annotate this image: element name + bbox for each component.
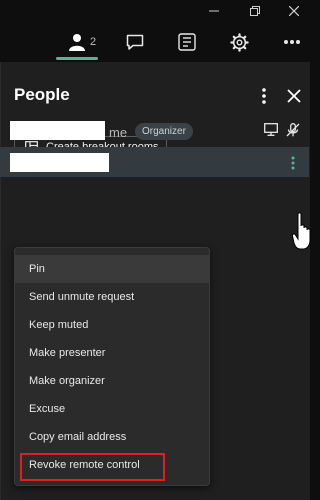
menu-item-make-organizer[interactable]: Make organizer [15,367,209,395]
participant-more-options-icon[interactable] [289,156,297,170]
whiteboard-icon [178,33,196,51]
participant-context-menu: Pin Send unmute request Keep muted Make … [14,247,210,486]
people-button[interactable]: 2 [62,22,102,62]
settings-icon [229,32,249,52]
more-options-button[interactable] [277,22,307,62]
active-tab-indicator [56,57,98,60]
restore-icon[interactable] [244,2,266,20]
monitor-icon [264,123,278,142]
hand-cursor-icon [292,212,311,250]
close-panel-icon[interactable] [283,84,305,108]
participant-row-self[interactable]: me Organizer [0,116,309,146]
people-icon [68,33,86,51]
chat-button[interactable] [120,22,150,62]
redacted-name [10,153,109,172]
redacted-name [10,121,105,140]
meeting-toolbar: 2 [0,22,313,62]
menu-item-excuse[interactable]: Excuse [15,395,209,423]
mic-off-icon [286,123,300,142]
minimize-icon[interactable] [203,2,225,20]
menu-item-keep-muted[interactable]: Keep muted [15,311,209,339]
panel-more-options-icon[interactable] [257,84,271,108]
organizer-badge: Organizer [135,123,193,140]
more-icon [283,39,301,45]
panel-title: People [14,85,70,104]
close-window-icon[interactable] [283,2,305,20]
settings-button[interactable] [224,22,254,62]
window-titlebar [0,0,313,22]
chat-icon [126,34,144,51]
me-label: me [109,125,128,140]
menu-item-copy-email-address[interactable]: Copy email address [15,423,209,451]
menu-item-pin[interactable]: Pin [15,255,209,283]
people-count: 2 [89,36,97,48]
participant-row[interactable] [0,147,309,177]
menu-item-send-unmute-request[interactable]: Send unmute request [15,283,209,311]
menu-item-make-presenter[interactable]: Make presenter [15,339,209,367]
whiteboard-button[interactable] [172,22,202,62]
highlight-annotation [20,453,165,481]
